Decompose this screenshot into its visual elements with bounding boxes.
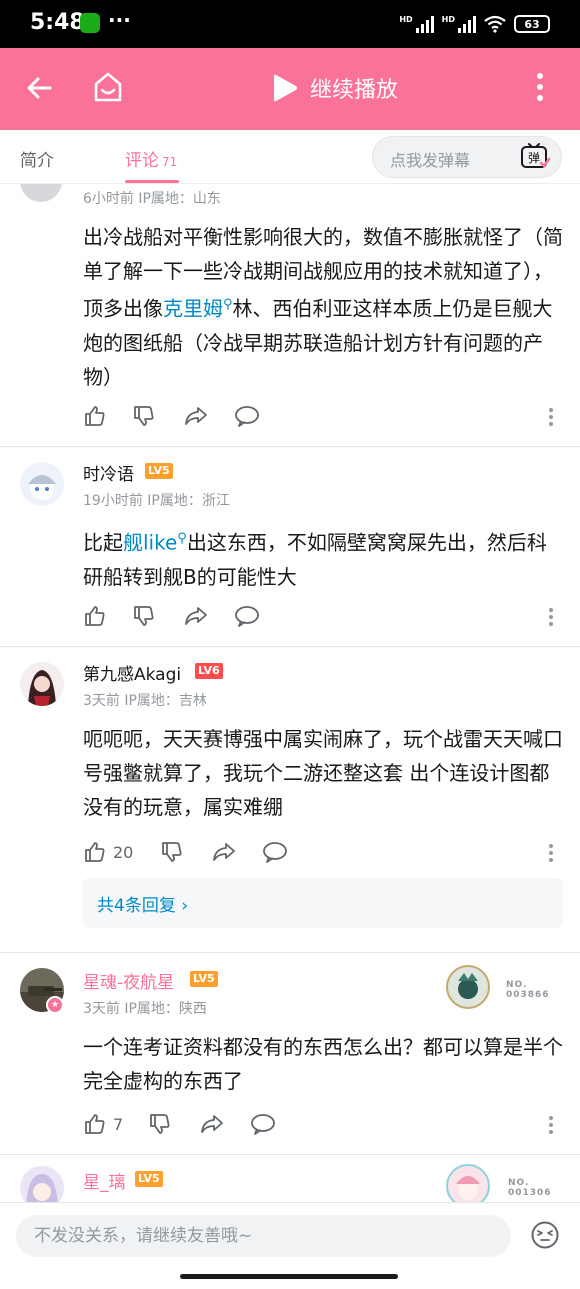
continue-play-label[interactable]: 继续播放: [310, 72, 398, 104]
chevron-right-icon: ›: [181, 896, 189, 916]
reply-icon[interactable]: [262, 840, 288, 864]
comment-more-icon[interactable]: [549, 1116, 553, 1137]
tab-underline: [125, 180, 179, 183]
replies-label: 共4条回复: [97, 896, 176, 916]
video-header: 继续播放: [0, 48, 580, 130]
fan-badge-avatar[interactable]: [446, 1164, 490, 1202]
dislike-icon[interactable]: [148, 1112, 172, 1136]
home-indicator[interactable]: [180, 1274, 398, 1279]
tab-comments[interactable]: 评论 71: [125, 146, 177, 171]
username[interactable]: 星魂-夜航星: [83, 968, 174, 993]
comment-input[interactable]: [16, 1215, 511, 1257]
keyword-link[interactable]: 舰like: [123, 531, 177, 555]
level-badge: LV5: [135, 1171, 163, 1187]
username[interactable]: 时冷语: [83, 460, 134, 485]
level-badge: LV5: [145, 463, 173, 479]
back-arrow-icon[interactable]: [24, 72, 56, 104]
share-icon[interactable]: [183, 404, 209, 428]
svg-text:弹: 弹: [528, 151, 540, 165]
comment-more-icon[interactable]: [549, 844, 553, 865]
comment-feed[interactable]: 6小时前 IP属地：山东 出冷战船对平衡性影响很大的，数值不膨胀就怪了（简单了解…: [0, 184, 580, 1202]
reply-icon[interactable]: [234, 404, 260, 428]
like-button[interactable]: 20: [83, 840, 133, 864]
comment-meta: 19小时前 IP属地：浙江: [83, 493, 230, 509]
comment-content: 比起舰like⚲出这东西，不如隔壁窝窝屎先出，然后科研船转到舰B的可能性大: [83, 530, 547, 589]
view-replies-button[interactable]: 共4条回复 ›: [83, 878, 563, 928]
signal-icon: HD: [399, 15, 434, 33]
avatar[interactable]: [20, 462, 64, 506]
danmaku-input[interactable]: 点我发弹幕 弹: [372, 136, 562, 178]
dislike-icon[interactable]: [132, 604, 156, 628]
status-bar: 5:48 ··· HD HD 63: [0, 0, 580, 48]
comment-more-icon[interactable]: [549, 408, 553, 429]
comment-content: 一个连考证资料都没有的东西怎么出？都可以算是半个完全虚构的东西了: [83, 1035, 563, 1093]
keyword-link[interactable]: 克里姆: [163, 297, 223, 321]
notification-dots: ···: [108, 8, 131, 32]
divider: [0, 446, 580, 447]
comment-meta: 6小时前 IP属地：山东: [83, 191, 221, 207]
avatar-badge-icon: ★: [46, 996, 64, 1014]
like-icon[interactable]: [83, 604, 107, 628]
divider: [0, 1154, 580, 1155]
like-button[interactable]: 7: [83, 1112, 123, 1136]
avatar[interactable]: [20, 184, 62, 202]
comment-input-bar: [0, 1202, 580, 1289]
avatar[interactable]: [20, 1166, 64, 1202]
fan-badge-no: NO. 003866: [506, 980, 550, 1000]
like-icon: [85, 1114, 105, 1134]
fan-badge-no: NO. 001306: [508, 1178, 552, 1198]
divider: [0, 646, 580, 647]
dislike-icon[interactable]: [132, 404, 156, 428]
wifi-icon: [484, 15, 506, 33]
dislike-icon[interactable]: [160, 840, 184, 864]
level-badge: LV6: [195, 663, 223, 679]
comment-count: 71: [162, 155, 178, 169]
comment-content: 呃呃呃，天天赛博强中属实闹麻了，玩个战雷天天喊口号强鳖就算了，我玩个二游还整这套…: [83, 727, 563, 819]
username[interactable]: 第九感Akagi: [83, 660, 181, 685]
reply-icon[interactable]: [250, 1112, 276, 1136]
emoji-icon[interactable]: [530, 1220, 560, 1250]
comment-content: 出冷战船对平衡性影响很大的，数值不膨胀就怪了（简单了解一下一些冷战期间战舰应用的…: [83, 225, 563, 389]
search-icon: ⚲: [177, 531, 187, 546]
share-icon[interactable]: [199, 1112, 225, 1136]
danmaku-toggle-icon[interactable]: 弹: [519, 141, 551, 173]
search-icon: ⚲: [223, 297, 233, 312]
share-icon[interactable]: [183, 604, 209, 628]
status-time: 5:48: [30, 10, 85, 35]
tab-intro[interactable]: 简介: [20, 146, 54, 171]
like-count: 7: [113, 1114, 124, 1134]
like-count: 20: [113, 842, 134, 862]
avatar[interactable]: [20, 662, 64, 706]
battery-icon: 63: [514, 15, 550, 33]
share-icon[interactable]: [211, 840, 237, 864]
status-icons: HD HD 63: [399, 14, 550, 34]
like-icon[interactable]: [83, 404, 107, 428]
level-badge: LV5: [190, 971, 218, 987]
play-icon[interactable]: [270, 73, 298, 103]
danmaku-placeholder: 点我发弹幕: [390, 151, 471, 170]
fan-badge-avatar[interactable]: [446, 965, 490, 1009]
wechat-icon: [80, 13, 100, 33]
home-icon[interactable]: [92, 70, 124, 104]
more-options-icon[interactable]: [536, 72, 544, 102]
comment-meta: 3天前 IP属地：吉林: [83, 693, 207, 709]
signal-icon-2: HD: [442, 15, 476, 33]
comment-meta: 3天前 IP属地：陕西: [83, 1001, 207, 1017]
tab-bar: 简介 评论 71 点我发弹幕 弹: [0, 130, 580, 184]
divider: [0, 952, 580, 953]
like-icon: [85, 842, 105, 862]
reply-icon[interactable]: [234, 604, 260, 628]
comment-more-icon[interactable]: [549, 608, 553, 629]
username[interactable]: 星_璃: [83, 1168, 126, 1193]
